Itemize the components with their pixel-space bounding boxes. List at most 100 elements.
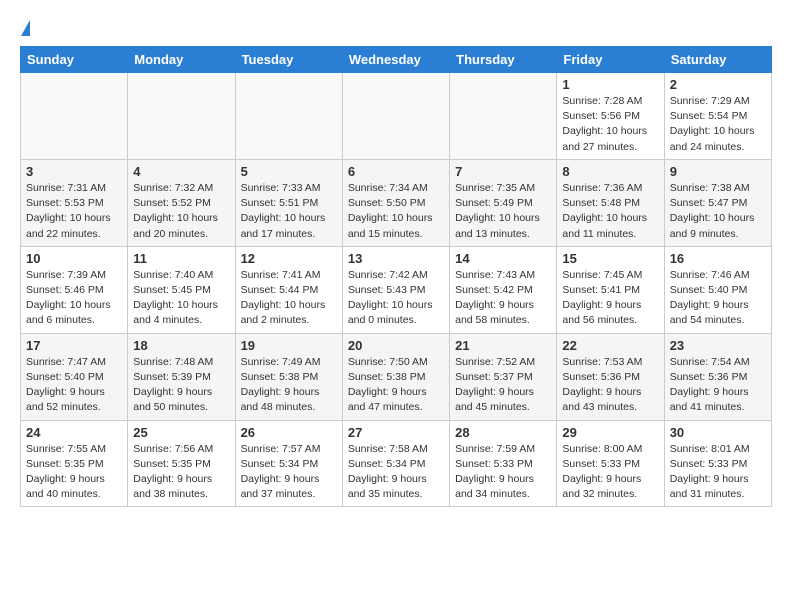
day-number: 15: [562, 251, 658, 266]
day-info: Sunrise: 7:58 AMSunset: 5:34 PMDaylight:…: [348, 442, 444, 503]
day-number: 30: [670, 425, 766, 440]
day-info: Sunrise: 7:28 AMSunset: 5:56 PMDaylight:…: [562, 94, 658, 155]
day-number: 29: [562, 425, 658, 440]
calendar-cell: 30 Sunrise: 8:01 AMSunset: 5:33 PMDayligh…: [664, 420, 771, 507]
calendar-cell: 29 Sunrise: 8:00 AMSunset: 5:33 PMDayligh…: [557, 420, 664, 507]
day-info: Sunrise: 7:38 AMSunset: 5:47 PMDaylight:…: [670, 181, 766, 242]
week-row-4: 17Sunrise: 7:47 AMSunset: 5:40 PMDayligh…: [21, 333, 772, 420]
logo: [20, 16, 31, 36]
day-info: Sunrise: 7:43 AMSunset: 5:42 PMDaylight:…: [455, 268, 551, 329]
day-number: 14: [455, 251, 551, 266]
day-info: Sunrise: 7:48 AMSunset: 5:39 PMDaylight:…: [133, 355, 229, 416]
day-number: 3: [26, 164, 122, 179]
logo-triangle-icon: [21, 20, 30, 36]
day-info: Sunrise: 8:00 AMSunset: 5:33 PMDaylight:…: [562, 442, 658, 503]
calendar-cell: [128, 73, 235, 160]
day-info: Sunrise: 7:56 AMSunset: 5:35 PMDaylight:…: [133, 442, 229, 503]
calendar-cell: 10 Sunrise: 7:39 AMSunset: 5:46 PMDayligh…: [21, 246, 128, 333]
calendar-cell: 5 Sunrise: 7:33 AMSunset: 5:51 PMDaylight…: [235, 159, 342, 246]
day-info: Sunrise: 7:29 AMSunset: 5:54 PMDaylight:…: [670, 94, 766, 155]
day-info: Sunrise: 7:34 AMSunset: 5:50 PMDaylight:…: [348, 181, 444, 242]
day-info: Sunrise: 7:40 AMSunset: 5:45 PMDaylight:…: [133, 268, 229, 329]
week-row-5: 24 Sunrise: 7:55 AMSunset: 5:35 PMDayligh…: [21, 420, 772, 507]
day-info: Sunrise: 7:39 AMSunset: 5:46 PMDaylight:…: [26, 268, 122, 329]
day-number: 9: [670, 164, 766, 179]
day-info: Sunrise: 7:53 AMSunset: 5:36 PMDaylight:…: [562, 355, 658, 416]
day-number: 20: [348, 338, 444, 353]
calendar: SundayMondayTuesdayWednesdayThursdayFrid…: [20, 46, 772, 507]
day-number: 1: [562, 77, 658, 92]
day-number: 28: [455, 425, 551, 440]
day-number: 18: [133, 338, 229, 353]
calendar-cell: 6 Sunrise: 7:34 AMSunset: 5:50 PMDaylight…: [342, 159, 449, 246]
calendar-cell: 18 Sunrise: 7:48 AMSunset: 5:39 PMDayligh…: [128, 333, 235, 420]
calendar-cell: 25 Sunrise: 7:56 AMSunset: 5:35 PMDayligh…: [128, 420, 235, 507]
day-info: Sunrise: 7:33 AMSunset: 5:51 PMDaylight:…: [241, 181, 337, 242]
page: SundayMondayTuesdayWednesdayThursdayFrid…: [0, 0, 792, 523]
calendar-cell: 14 Sunrise: 7:43 AMSunset: 5:42 PMDayligh…: [450, 246, 557, 333]
day-number: 11: [133, 251, 229, 266]
day-number: 2: [670, 77, 766, 92]
calendar-cell: 22 Sunrise: 7:53 AMSunset: 5:36 PMDayligh…: [557, 333, 664, 420]
calendar-cell: 19 Sunrise: 7:49 AMSunset: 5:38 PMDayligh…: [235, 333, 342, 420]
day-number: 6: [348, 164, 444, 179]
calendar-cell: [450, 73, 557, 160]
day-info: Sunrise: 7:52 AMSunset: 5:37 PMDaylight:…: [455, 355, 551, 416]
weekday-header-friday: Friday: [557, 47, 664, 73]
calendar-cell: 24 Sunrise: 7:55 AMSunset: 5:35 PMDayligh…: [21, 420, 128, 507]
day-info: Sunrise: 7:42 AMSunset: 5:43 PMDaylight:…: [348, 268, 444, 329]
calendar-cell: 1 Sunrise: 7:28 AMSunset: 5:56 PMDaylight…: [557, 73, 664, 160]
day-info: Sunrise: 7:41 AMSunset: 5:44 PMDaylight:…: [241, 268, 337, 329]
calendar-cell: 8 Sunrise: 7:36 AMSunset: 5:48 PMDaylight…: [557, 159, 664, 246]
calendar-cell: 23 Sunrise: 7:54 AMSunset: 5:36 PMDayligh…: [664, 333, 771, 420]
calendar-cell: 3 Sunrise: 7:31 AMSunset: 5:53 PMDaylight…: [21, 159, 128, 246]
day-number: 5: [241, 164, 337, 179]
calendar-cell: 28 Sunrise: 7:59 AMSunset: 5:33 PMDayligh…: [450, 420, 557, 507]
calendar-cell: [235, 73, 342, 160]
calendar-cell: 15Sunrise: 7:45 AMSunset: 5:41 PMDayligh…: [557, 246, 664, 333]
calendar-cell: 7Sunrise: 7:35 AMSunset: 5:49 PMDaylight…: [450, 159, 557, 246]
day-number: 23: [670, 338, 766, 353]
day-number: 10: [26, 251, 122, 266]
day-number: 7: [455, 164, 551, 179]
week-row-2: 3 Sunrise: 7:31 AMSunset: 5:53 PMDaylight…: [21, 159, 772, 246]
week-row-1: 1 Sunrise: 7:28 AMSunset: 5:56 PMDaylight…: [21, 73, 772, 160]
calendar-cell: 16Sunrise: 7:46 AMSunset: 5:40 PMDayligh…: [664, 246, 771, 333]
day-number: 24: [26, 425, 122, 440]
calendar-cell: 12 Sunrise: 7:41 AMSunset: 5:44 PMDayligh…: [235, 246, 342, 333]
weekday-header-saturday: Saturday: [664, 47, 771, 73]
calendar-cell: 9 Sunrise: 7:38 AMSunset: 5:47 PMDaylight…: [664, 159, 771, 246]
day-number: 26: [241, 425, 337, 440]
calendar-cell: 17Sunrise: 7:47 AMSunset: 5:40 PMDayligh…: [21, 333, 128, 420]
day-number: 17: [26, 338, 122, 353]
day-info: Sunrise: 7:36 AMSunset: 5:48 PMDaylight:…: [562, 181, 658, 242]
calendar-cell: 2 Sunrise: 7:29 AMSunset: 5:54 PMDaylight…: [664, 73, 771, 160]
day-number: 4: [133, 164, 229, 179]
day-number: 8: [562, 164, 658, 179]
day-info: Sunrise: 7:31 AMSunset: 5:53 PMDaylight:…: [26, 181, 122, 242]
day-info: Sunrise: 7:49 AMSunset: 5:38 PMDaylight:…: [241, 355, 337, 416]
day-info: Sunrise: 7:32 AMSunset: 5:52 PMDaylight:…: [133, 181, 229, 242]
day-number: 25: [133, 425, 229, 440]
calendar-cell: [342, 73, 449, 160]
calendar-cell: 20 Sunrise: 7:50 AMSunset: 5:38 PMDayligh…: [342, 333, 449, 420]
day-number: 19: [241, 338, 337, 353]
day-number: 16: [670, 251, 766, 266]
calendar-cell: 13Sunrise: 7:42 AMSunset: 5:43 PMDayligh…: [342, 246, 449, 333]
day-info: Sunrise: 7:57 AMSunset: 5:34 PMDaylight:…: [241, 442, 337, 503]
header: [20, 16, 772, 36]
calendar-cell: 27 Sunrise: 7:58 AMSunset: 5:34 PMDayligh…: [342, 420, 449, 507]
day-number: 21: [455, 338, 551, 353]
weekday-header-row: SundayMondayTuesdayWednesdayThursdayFrid…: [21, 47, 772, 73]
day-info: Sunrise: 8:01 AMSunset: 5:33 PMDaylight:…: [670, 442, 766, 503]
day-number: 12: [241, 251, 337, 266]
day-number: 22: [562, 338, 658, 353]
day-info: Sunrise: 7:54 AMSunset: 5:36 PMDaylight:…: [670, 355, 766, 416]
day-info: Sunrise: 7:55 AMSunset: 5:35 PMDaylight:…: [26, 442, 122, 503]
day-info: Sunrise: 7:59 AMSunset: 5:33 PMDaylight:…: [455, 442, 551, 503]
weekday-header-sunday: Sunday: [21, 47, 128, 73]
week-row-3: 10 Sunrise: 7:39 AMSunset: 5:46 PMDayligh…: [21, 246, 772, 333]
day-info: Sunrise: 7:50 AMSunset: 5:38 PMDaylight:…: [348, 355, 444, 416]
calendar-cell: 21 Sunrise: 7:52 AMSunset: 5:37 PMDayligh…: [450, 333, 557, 420]
day-number: 27: [348, 425, 444, 440]
